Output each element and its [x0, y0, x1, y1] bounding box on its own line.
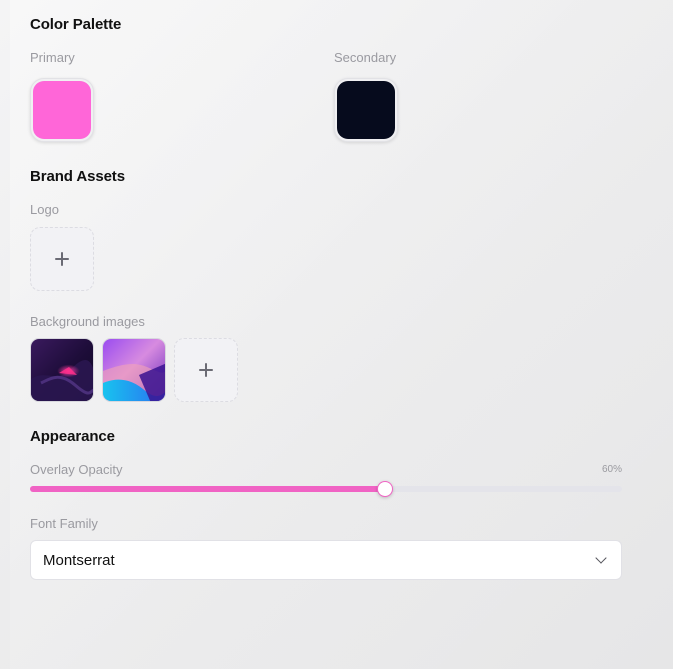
color-palette-title: Color Palette: [30, 16, 122, 33]
background-image-thumbnail-2[interactable]: [102, 338, 166, 402]
overlay-opacity-slider[interactable]: [30, 481, 622, 497]
font-family-selected-value: Montserrat: [43, 552, 115, 569]
overlay-opacity-label: Overlay Opacity: [30, 462, 123, 477]
abstract-purple-cyan-landscape-image: [103, 339, 165, 401]
primary-color-swatch[interactable]: [30, 78, 94, 142]
appearance-title: Appearance: [30, 428, 115, 445]
background-images-label: Background images: [30, 314, 145, 329]
secondary-color-fill: [337, 81, 395, 139]
primary-color-label: Primary: [30, 50, 75, 65]
overlay-opacity-value: 60%: [601, 464, 622, 475]
font-family-label: Font Family: [30, 516, 98, 531]
upload-logo-button[interactable]: [30, 227, 94, 291]
logo-label: Logo: [30, 202, 59, 217]
brand-assets-title: Brand Assets: [30, 168, 125, 185]
plus-icon: [199, 363, 213, 377]
secondary-color-label: Secondary: [334, 50, 397, 65]
chevron-down-icon: [595, 552, 607, 564]
background-image-thumbnail-1[interactable]: [30, 338, 94, 402]
plus-icon: [55, 252, 69, 266]
primary-color-fill: [33, 81, 91, 139]
add-background-image-button[interactable]: [174, 338, 238, 402]
abstract-dark-pink-wave-image: [31, 339, 93, 401]
font-family-select[interactable]: Montserrat: [30, 540, 622, 580]
slider-fill: [30, 486, 386, 492]
secondary-color-swatch[interactable]: [334, 78, 398, 142]
